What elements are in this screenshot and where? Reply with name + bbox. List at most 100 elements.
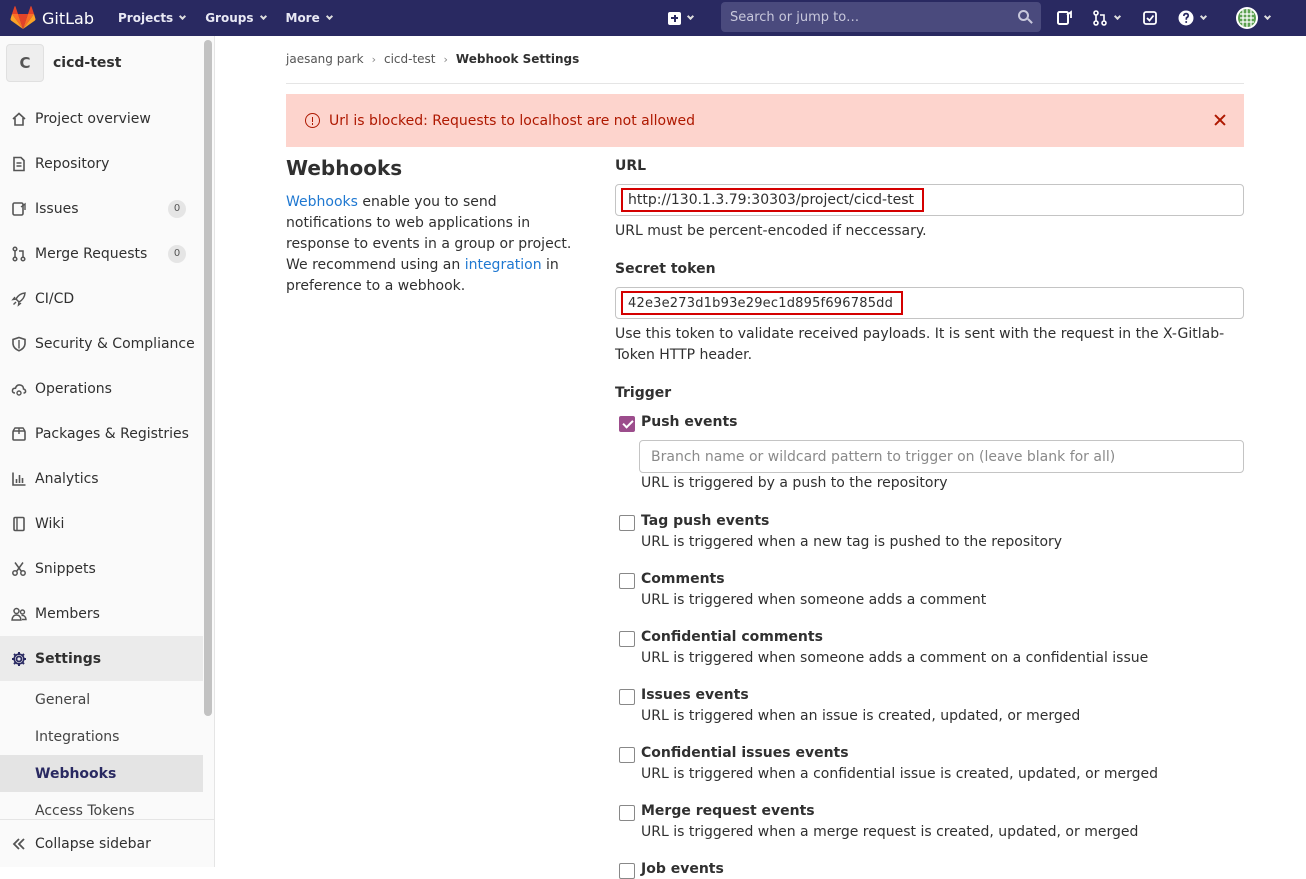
- project-name: cicd-test: [53, 55, 122, 71]
- sidebar-item-settings[interactable]: Settings: [0, 636, 203, 681]
- chevron-down-icon: [1263, 12, 1272, 21]
- trigger-help: URL is triggered by a push to the reposi…: [641, 475, 948, 491]
- issues-events-checkbox[interactable]: [619, 689, 635, 705]
- sidebar-item-packages-registries[interactable]: Packages & Registries: [0, 411, 203, 456]
- brand-name: GitLab: [42, 8, 94, 28]
- intro-description: Webhooks enable you to send notification…: [286, 192, 586, 297]
- trigger-help: URL is triggered when a confidential iss…: [641, 766, 1159, 782]
- chevron-down-icon: [179, 12, 187, 21]
- sidebar-item-label: Snippets: [35, 560, 96, 577]
- project-avatar: C: [6, 44, 44, 82]
- url-label: URL: [615, 158, 647, 174]
- trigger-help: URL is triggered when someone adds a com…: [641, 592, 987, 608]
- trigger-label: Trigger: [615, 385, 672, 401]
- todo-issues-button[interactable]: [1056, 9, 1074, 27]
- url-field[interactable]: http://130.1.3.79:30303/project/cicd-tes…: [615, 184, 1244, 216]
- trigger-title: Merge request events: [641, 803, 815, 819]
- search-icon: [1018, 10, 1029, 21]
- search-input[interactable]: [730, 9, 1010, 25]
- confidential-issues-events-checkbox[interactable]: [619, 747, 635, 763]
- sidebar-item-label: Members: [35, 605, 100, 622]
- merge-request-events-checkbox[interactable]: [619, 805, 635, 821]
- merge-requests-dropdown[interactable]: [1092, 9, 1124, 27]
- url-help: URL must be percent-encoded if neccessar…: [615, 223, 927, 239]
- nav-more[interactable]: More: [286, 11, 333, 25]
- gitlab-logo[interactable]: GitLab: [10, 6, 94, 30]
- user-menu[interactable]: [1236, 7, 1276, 29]
- error-icon: [305, 113, 320, 128]
- push-events-checkbox[interactable]: [619, 416, 635, 432]
- sidebar-item-label: Merge Requests: [35, 245, 148, 262]
- issues-icon: [1057, 10, 1072, 25]
- home-icon: [11, 111, 27, 127]
- trigger-title: Confidential issues events: [641, 745, 849, 761]
- new-item-dropdown[interactable]: [668, 11, 695, 25]
- nav-groups[interactable]: Groups: [205, 11, 267, 25]
- document-icon: [11, 156, 27, 172]
- breadcrumb-current[interactable]: Webhook Settings: [456, 52, 579, 66]
- job-events-checkbox[interactable]: [619, 863, 635, 879]
- integration-link[interactable]: integration: [465, 257, 542, 273]
- trigger-title: Tag push events: [641, 513, 770, 529]
- sidebar-item-project-overview[interactable]: Project overview: [0, 96, 203, 141]
- main-nav: Projects Groups More: [108, 11, 342, 25]
- sidebar-item-wiki[interactable]: Wiki: [0, 501, 203, 546]
- trigger-title: Confidential comments: [641, 629, 823, 645]
- secret-token-label: Secret token: [615, 261, 716, 277]
- chevron-right-icon: ›: [371, 52, 376, 66]
- trigger-title: Comments: [641, 571, 725, 587]
- sidebar-subitem-integrations[interactable]: Integrations: [0, 718, 203, 755]
- trigger-title: Job events: [641, 861, 724, 877]
- chevron-down-icon: [1113, 12, 1122, 21]
- secret-token-value: 42e3e273d1b93e29ec1d895f696785dd: [621, 291, 904, 315]
- trigger-help: URL is triggered when a merge request is…: [641, 824, 1139, 840]
- sidebar-item-snippets[interactable]: Snippets: [0, 546, 203, 591]
- alert-message: Url is blocked: Requests to localhost ar…: [329, 112, 696, 129]
- sidebar-subitem-general[interactable]: General: [0, 681, 203, 718]
- sidebar-item-security-compliance[interactable]: Security & Compliance: [0, 321, 203, 366]
- webhooks-doc-link[interactable]: Webhooks: [286, 194, 358, 210]
- scissors-icon: [11, 561, 27, 577]
- confidential-comments-checkbox[interactable]: [619, 631, 635, 647]
- breadcrumb: jaesang park › cicd-test › Webhook Setti…: [286, 52, 579, 66]
- sidebar-item-repository[interactable]: Repository: [0, 141, 203, 186]
- count-badge: 0: [168, 244, 186, 263]
- project-header[interactable]: C cicd-test: [6, 44, 121, 82]
- comments-checkbox[interactable]: [619, 573, 635, 589]
- secret-token-field[interactable]: 42e3e273d1b93e29ec1d895f696785dd: [615, 287, 1244, 319]
- rocket-icon: [11, 291, 27, 307]
- branch-filter-field[interactable]: [639, 440, 1244, 473]
- sidebar-item-members[interactable]: Members: [0, 591, 203, 636]
- help-dropdown[interactable]: [1178, 9, 1212, 27]
- sidebar-scrollbar[interactable]: [204, 40, 212, 716]
- sidebar-item-issues[interactable]: Issues 0: [0, 186, 203, 231]
- breadcrumb-owner[interactable]: jaesang park: [286, 52, 364, 66]
- sidebar-item-label: Wiki: [35, 515, 65, 532]
- double-chevron-left-icon: [11, 836, 27, 852]
- collapse-sidebar-label: Collapse sidebar: [35, 835, 151, 852]
- trigger-title: Issues events: [641, 687, 749, 703]
- todos-button[interactable]: [1142, 9, 1160, 27]
- error-alert: Url is blocked: Requests to localhost ar…: [286, 94, 1244, 147]
- todo-check-icon: [1143, 11, 1157, 25]
- avatar-icon: [1236, 7, 1258, 29]
- sidebar-item-merge-requests[interactable]: Merge Requests 0: [0, 231, 203, 276]
- trigger-title: Push events: [641, 414, 738, 430]
- collapse-sidebar-button[interactable]: Collapse sidebar: [0, 819, 214, 867]
- url-value: http://130.1.3.79:30303/project/cicd-tes…: [621, 188, 924, 212]
- cloud-gear-icon: [11, 381, 27, 397]
- sidebar-subitem-webhooks[interactable]: Webhooks: [0, 755, 203, 792]
- sidebar-item-cicd[interactable]: CI/CD: [0, 276, 203, 321]
- sidebar-item-label: CI/CD: [35, 290, 75, 307]
- chevron-right-icon: ›: [443, 52, 448, 66]
- nav-groups-label: Groups: [205, 11, 254, 25]
- nav-projects[interactable]: Projects: [118, 11, 187, 25]
- sidebar-item-operations[interactable]: Operations: [0, 366, 203, 411]
- search-box[interactable]: [721, 2, 1041, 32]
- trigger-help: URL is triggered when someone adds a com…: [641, 650, 1149, 666]
- tag-push-events-checkbox[interactable]: [619, 515, 635, 531]
- close-icon[interactable]: [1214, 114, 1226, 126]
- branch-filter-input[interactable]: [651, 449, 1231, 465]
- breadcrumb-project[interactable]: cicd-test: [384, 52, 436, 66]
- sidebar-item-analytics[interactable]: Analytics: [0, 456, 203, 501]
